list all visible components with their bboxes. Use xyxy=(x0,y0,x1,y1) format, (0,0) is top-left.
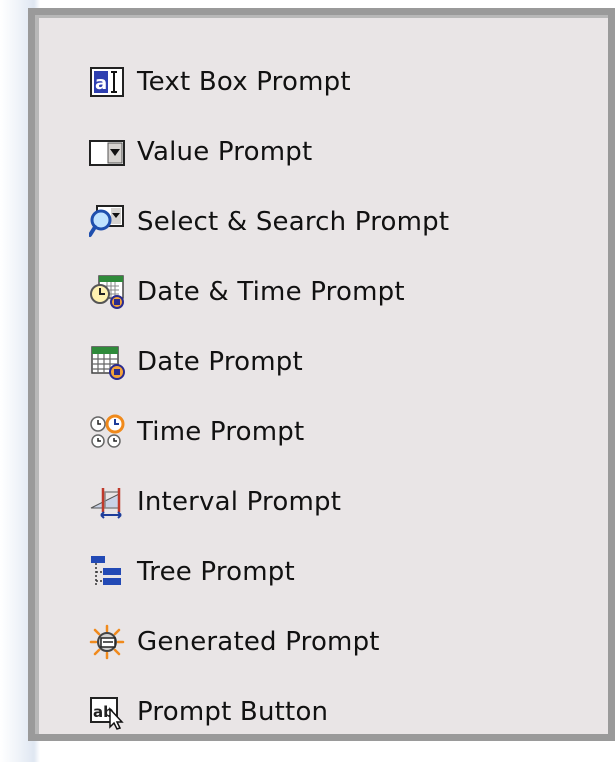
prompt-palette-list: a Text Box Prompt Value Prompt Select & … xyxy=(35,15,608,734)
generated-prompt-item[interactable]: Generated Prompt xyxy=(89,618,380,666)
date-prompt-icon xyxy=(91,346,125,380)
select-search-prompt-icon xyxy=(89,205,124,237)
interval-prompt-item[interactable]: Interval Prompt xyxy=(89,478,341,526)
value-prompt-label: Value Prompt xyxy=(137,137,313,167)
generated-prompt-label: Generated Prompt xyxy=(137,627,380,657)
svg-text:a: a xyxy=(95,73,107,94)
date-time-prompt-item[interactable]: Date & Time Prompt xyxy=(89,268,405,316)
prompt-button-label: Prompt Button xyxy=(137,697,329,727)
text-box-prompt-icon: a xyxy=(90,67,124,97)
tree-prompt-label: Tree Prompt xyxy=(137,557,295,587)
date-prompt-label: Date Prompt xyxy=(137,347,303,377)
text-box-prompt-item[interactable]: a Text Box Prompt xyxy=(89,58,351,106)
generated-prompt-icon xyxy=(89,624,125,660)
value-prompt-item[interactable]: Value Prompt xyxy=(89,128,312,176)
text-box-prompt-label: Text Box Prompt xyxy=(137,67,351,97)
time-prompt-icon xyxy=(90,414,125,448)
date-time-prompt-icon xyxy=(90,275,124,309)
interval-prompt-label: Interval Prompt xyxy=(137,487,342,517)
prompt-button-item[interactable]: ab Prompt Button xyxy=(89,688,328,736)
tree-prompt-item[interactable]: Tree Prompt xyxy=(89,548,295,596)
select-search-prompt-label: Select & Search Prompt xyxy=(137,207,450,237)
date-prompt-item[interactable]: Date Prompt xyxy=(89,338,303,386)
date-time-prompt-label: Date & Time Prompt xyxy=(137,277,405,307)
time-prompt-label: Time Prompt xyxy=(137,417,305,447)
value-prompt-icon xyxy=(89,140,125,166)
select-search-prompt-item[interactable]: Select & Search Prompt xyxy=(89,198,449,246)
prompt-palette-panel: a Text Box Prompt Value Prompt Select & … xyxy=(28,8,615,741)
prompt-button-icon: ab xyxy=(90,697,124,730)
interval-prompt-icon xyxy=(90,488,122,519)
time-prompt-item[interactable]: Time Prompt xyxy=(89,408,304,456)
tree-prompt-icon xyxy=(91,556,121,585)
